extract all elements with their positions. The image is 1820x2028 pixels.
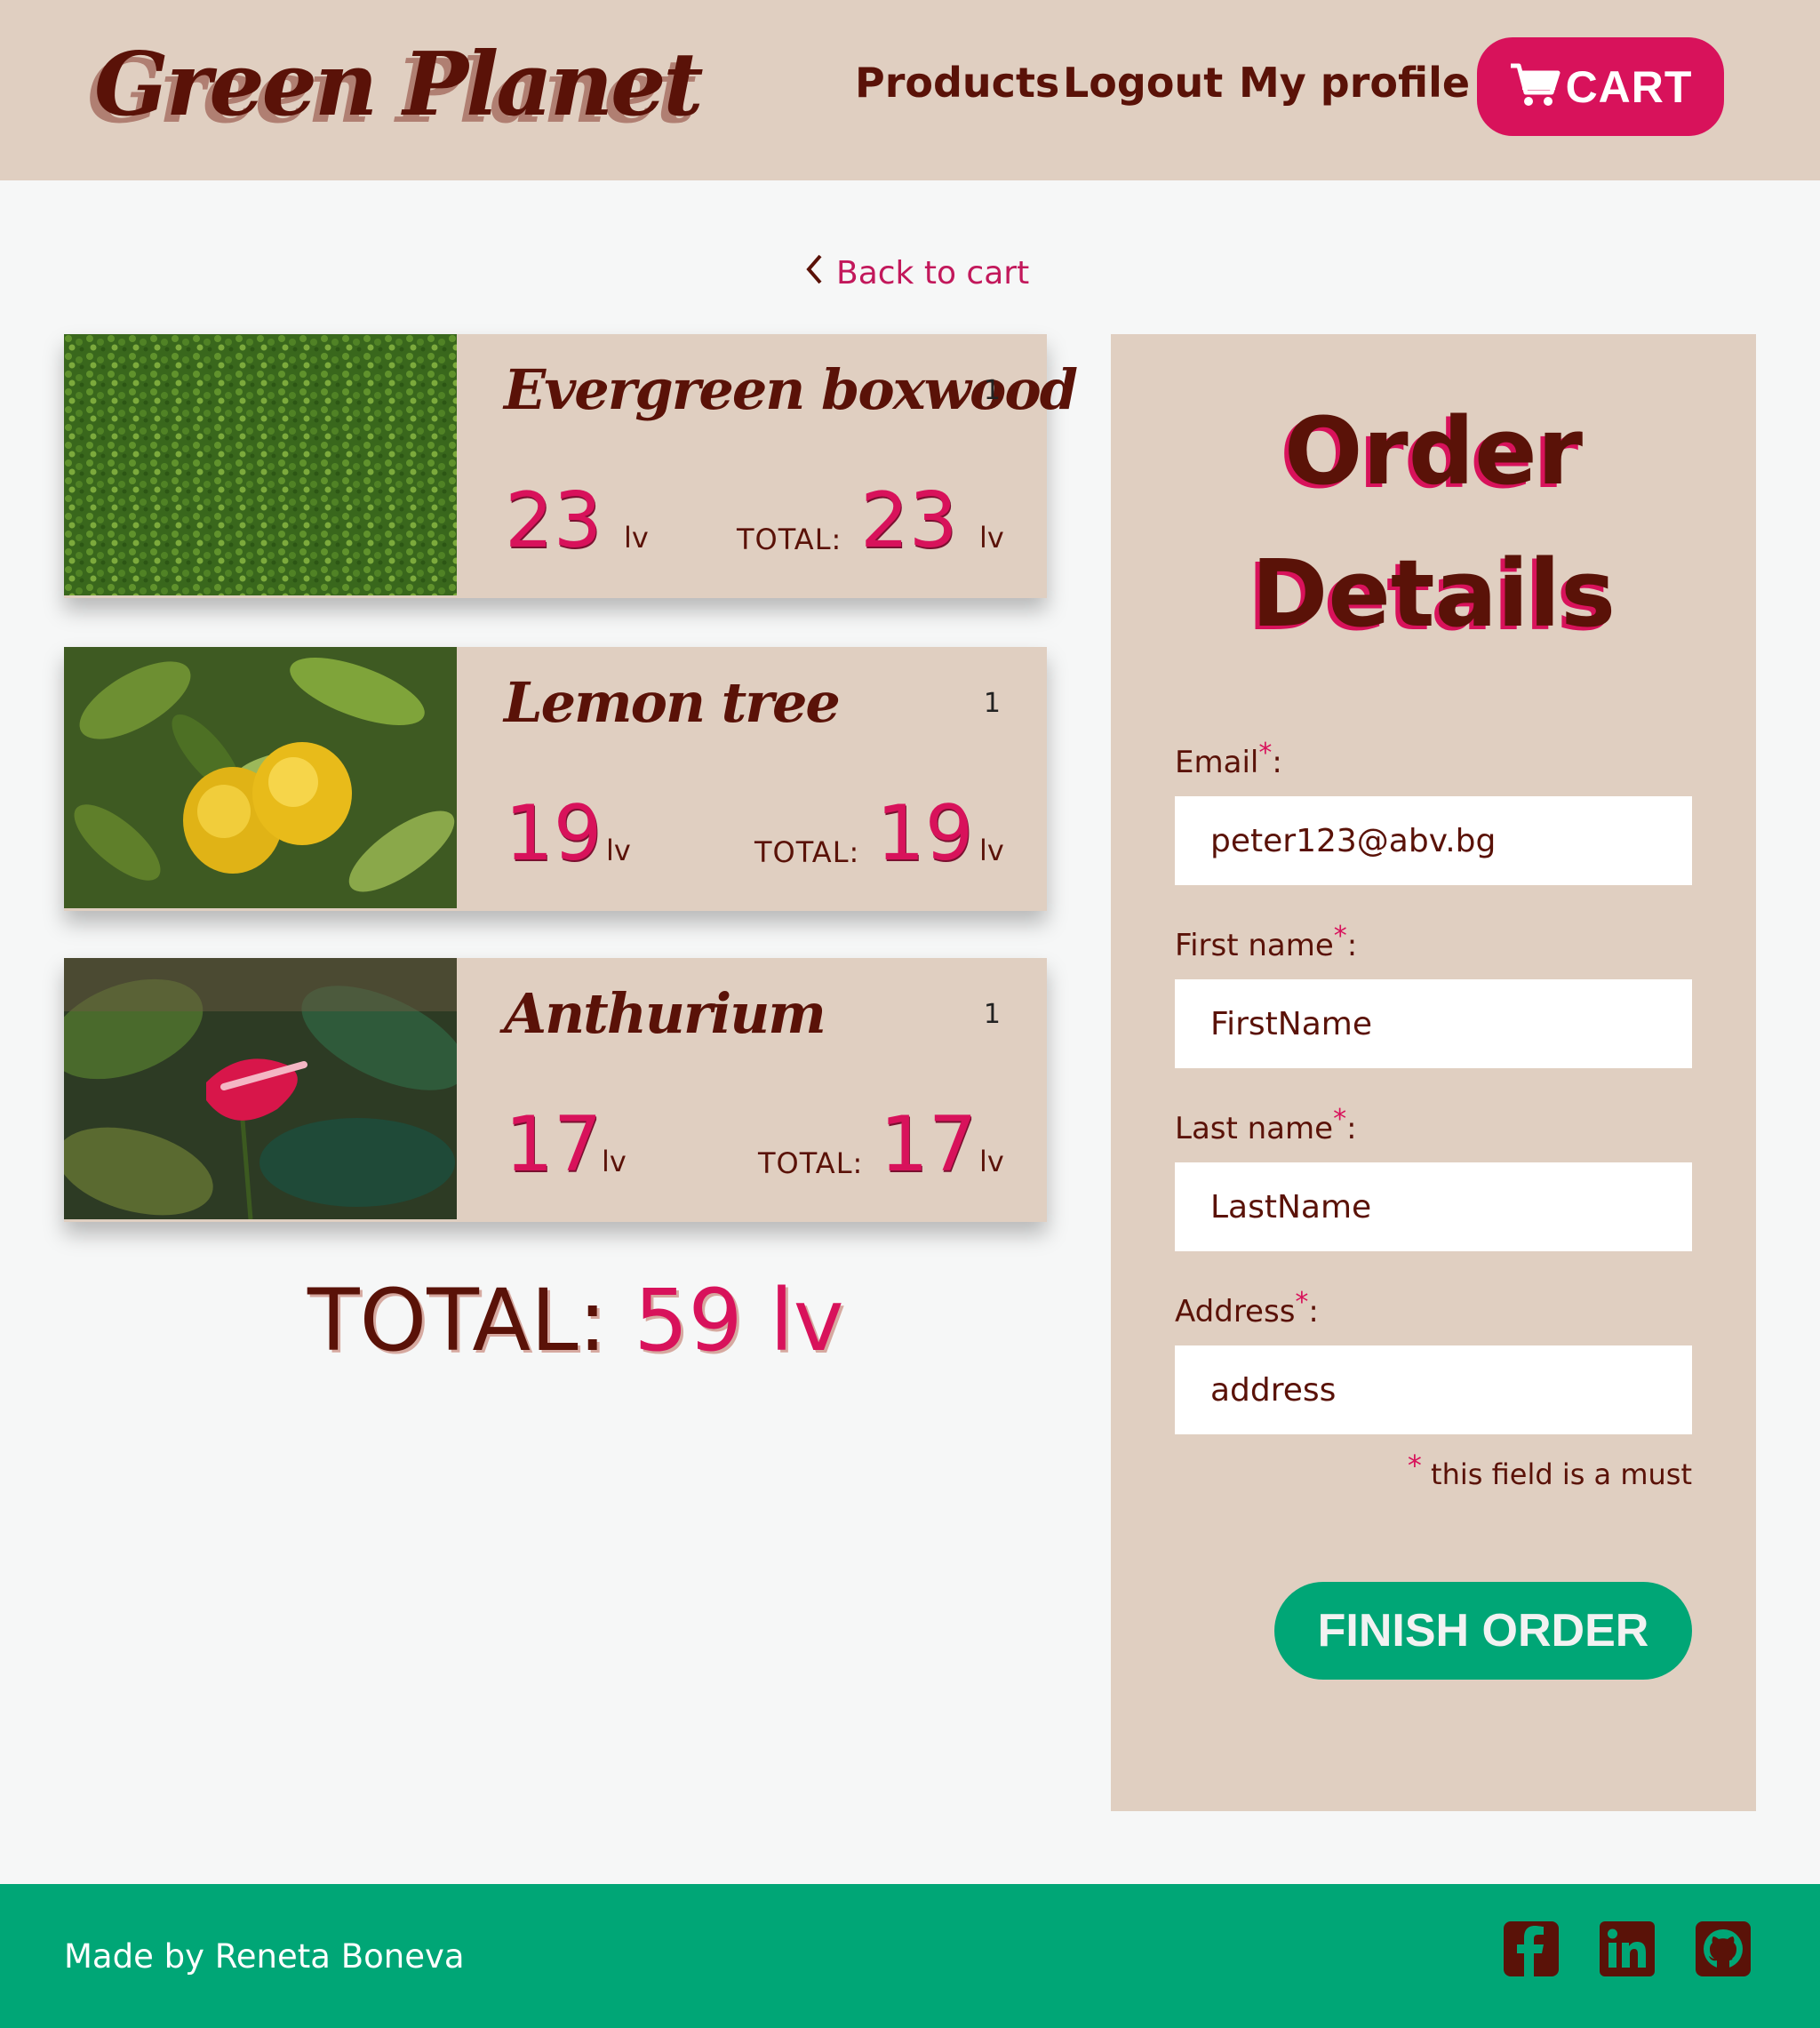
cart-button[interactable]: CART — [1477, 37, 1724, 136]
facebook-icon[interactable] — [1502, 1920, 1561, 1978]
nav-logout-link[interactable]: Logout — [1063, 59, 1223, 107]
chevron-left-icon — [804, 252, 824, 294]
product-name: Anthurium — [504, 981, 826, 1046]
back-to-cart-link[interactable]: Back to cart — [804, 252, 1029, 294]
line-total-label: TOTAL: — [758, 1146, 864, 1180]
made-by-text: Made by Reneta Boneva — [64, 1937, 465, 1976]
total-unit: lv — [979, 1145, 1004, 1178]
address-field[interactable] — [1175, 1345, 1692, 1434]
finish-order-button[interactable]: FINISH ORDER — [1274, 1582, 1692, 1680]
shopping-cart-icon — [1509, 62, 1561, 112]
cart-label: CART — [1565, 61, 1693, 112]
price-unit: lv — [602, 1145, 627, 1178]
title-line-1: Order — [1284, 397, 1583, 506]
nav-products-link[interactable]: Products — [855, 59, 1059, 107]
product-quantity: 1 — [983, 375, 1001, 406]
nav-profile-link[interactable]: My profile — [1239, 59, 1470, 107]
order-details-panel: Order Details Email*: First name*: Last … — [1111, 334, 1756, 1811]
product-price: 23 — [505, 476, 603, 565]
product-quantity: 1 — [983, 688, 1001, 719]
first-name-label: First name*: — [1175, 921, 1358, 963]
site-footer: Made by Reneta Boneva — [0, 1884, 1820, 2028]
product-name: Lemon tree — [504, 670, 841, 735]
product-quantity: 1 — [983, 999, 1001, 1030]
last-name-label: Last name*: — [1175, 1104, 1357, 1146]
line-total-label: TOTAL: — [737, 523, 842, 556]
address-label: Address*: — [1175, 1287, 1319, 1329]
email-field[interactable] — [1175, 796, 1692, 885]
title-line-2: Details — [1251, 539, 1616, 648]
email-label: Email*: — [1175, 738, 1282, 780]
product-price: 17 — [505, 1100, 603, 1189]
last-name-field[interactable] — [1175, 1162, 1692, 1251]
grand-total: TOTAL: 59 lv — [307, 1271, 844, 1370]
github-icon[interactable] — [1694, 1920, 1752, 1978]
total-unit: lv — [979, 834, 1004, 867]
required-field-note: * this field is a must — [1407, 1449, 1692, 1491]
cart-item: Anthurium 1 17 lv TOTAL: 17 lv — [64, 958, 1047, 1222]
line-total-value: 17 — [880, 1100, 978, 1189]
line-total-label: TOTAL: — [754, 835, 860, 869]
grand-total-label: TOTAL: — [307, 1271, 607, 1370]
order-details-title: Order Details — [1111, 380, 1756, 665]
product-image-lemon — [64, 647, 457, 908]
line-total-value: 23 — [860, 476, 958, 565]
total-unit: lv — [979, 521, 1004, 555]
cart-item: Evergreen boxwood 1 23 lv TOTAL: 23 lv — [64, 334, 1078, 598]
line-total-value: 19 — [876, 789, 974, 878]
product-image-boxwood — [64, 334, 457, 595]
price-unit: lv — [624, 521, 649, 555]
cart-item: Lemon tree 1 19 lv TOTAL: 19 lv — [64, 647, 1047, 911]
logo[interactable]: Green Planet — [94, 34, 704, 136]
grand-total-value: 59 lv — [634, 1271, 844, 1370]
back-to-cart-label: Back to cart — [836, 255, 1030, 291]
linkedin-icon[interactable] — [1598, 1920, 1656, 1978]
product-price: 19 — [505, 789, 603, 878]
product-image-anthurium — [64, 958, 457, 1219]
first-name-field[interactable] — [1175, 979, 1692, 1068]
site-header: Green Planet Products Logout My profile … — [0, 0, 1820, 180]
price-unit: lv — [606, 834, 631, 867]
